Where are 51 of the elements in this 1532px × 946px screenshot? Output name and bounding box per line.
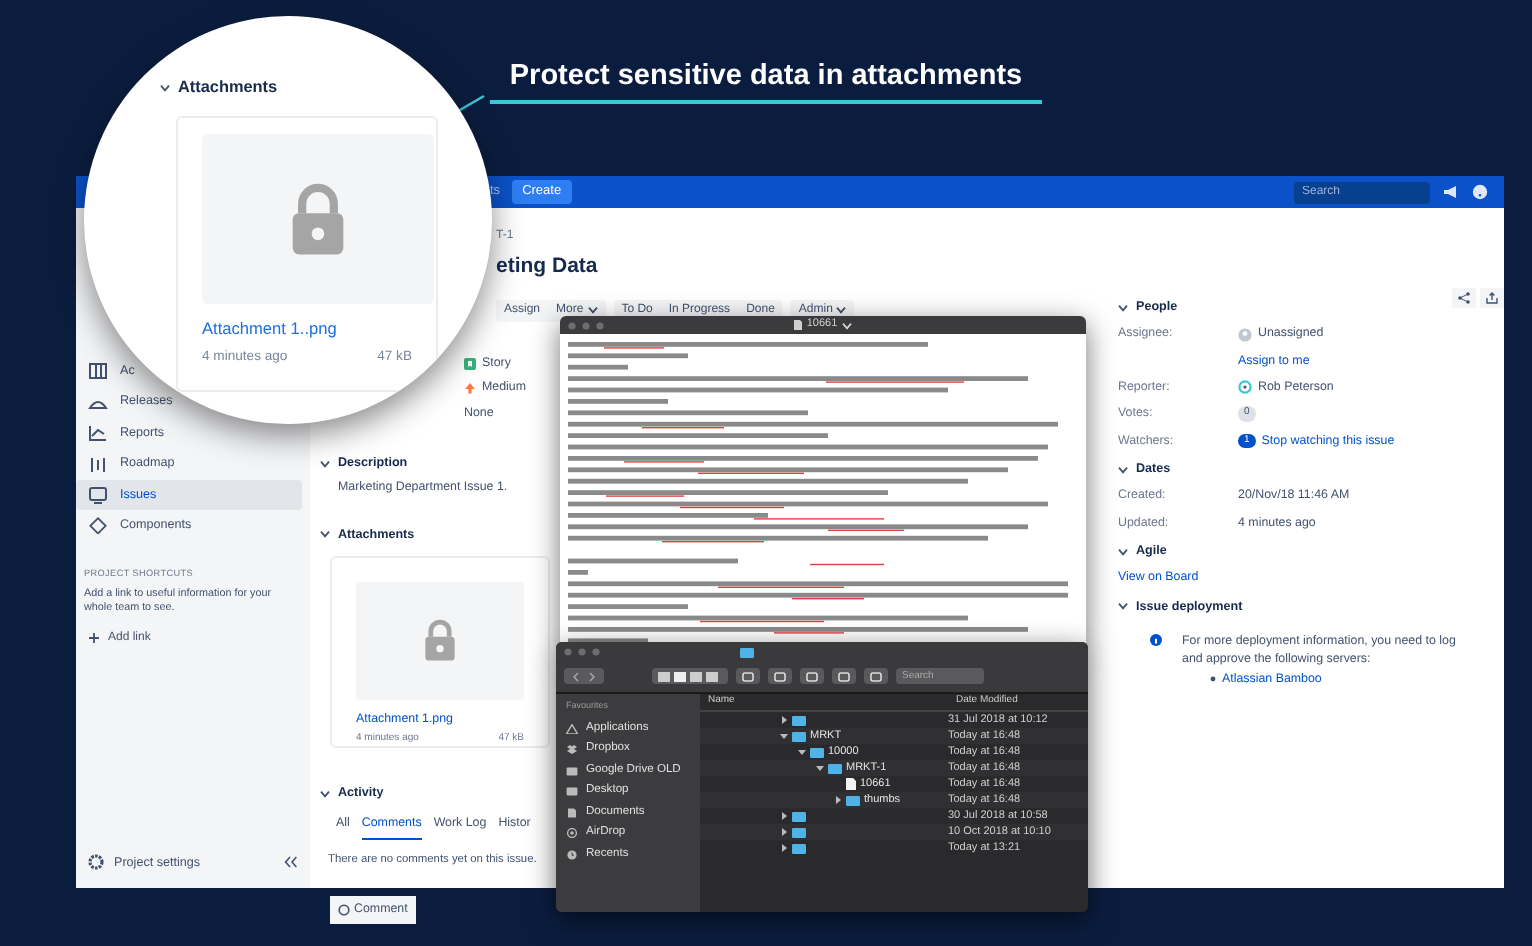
chart-icon <box>88 424 108 443</box>
action-button[interactable] <box>768 668 792 684</box>
group-button[interactable] <box>736 668 760 684</box>
share-button[interactable] <box>800 668 824 684</box>
caret-icon <box>160 84 170 93</box>
caret-icon <box>320 530 330 539</box>
dropbox-button[interactable] <box>864 668 888 684</box>
monitor-icon <box>88 485 108 504</box>
caret-icon <box>1118 602 1128 611</box>
apps-icon <box>566 723 578 733</box>
window-controls-icon <box>568 321 604 329</box>
arrows-icon <box>572 671 596 681</box>
megaphone-icon <box>1442 184 1460 200</box>
info-icon <box>1150 634 1162 647</box>
folder-icon <box>846 795 860 805</box>
clock-icon <box>566 849 578 859</box>
caret-icon <box>1118 465 1128 474</box>
folder-icon <box>740 648 754 658</box>
airdrop-icon <box>566 828 578 838</box>
roadmap-icon <box>88 455 108 474</box>
caret-icon <box>320 459 330 468</box>
plus-icon <box>88 632 100 645</box>
attachment-link[interactable]: Attachment 1..png <box>202 316 412 342</box>
arrow-up-icon <box>464 381 476 394</box>
bullet-icon <box>1210 676 1216 683</box>
story-icon <box>464 357 476 370</box>
issue-title: eting Data <box>496 252 600 282</box>
help-icon <box>1472 184 1488 200</box>
window-controls-icon <box>564 648 600 656</box>
section-heading: Attachments <box>178 76 278 100</box>
tag-button[interactable] <box>832 668 856 684</box>
document-icon <box>794 320 803 330</box>
document-icon <box>566 807 578 817</box>
avatar-icon <box>1238 327 1252 342</box>
board-icon <box>88 362 108 381</box>
view-modes-icon <box>658 671 722 681</box>
export-button[interactable] <box>1480 288 1504 308</box>
back-forward-button[interactable] <box>564 668 604 684</box>
collapse-icon <box>284 856 298 869</box>
diamond-icon <box>88 516 108 535</box>
avatar-icon <box>1238 380 1252 395</box>
view-switcher[interactable] <box>652 668 728 684</box>
caret-icon <box>320 789 330 798</box>
caret-icon <box>1118 303 1128 312</box>
file-icon <box>846 778 856 790</box>
caret-icon <box>587 306 598 315</box>
headline: Protect sensitive data in attachments <box>489 60 1043 105</box>
export-icon <box>1486 292 1498 304</box>
caret-icon <box>1118 547 1128 556</box>
share-button[interactable] <box>1452 288 1476 308</box>
settings-icon <box>88 854 104 871</box>
